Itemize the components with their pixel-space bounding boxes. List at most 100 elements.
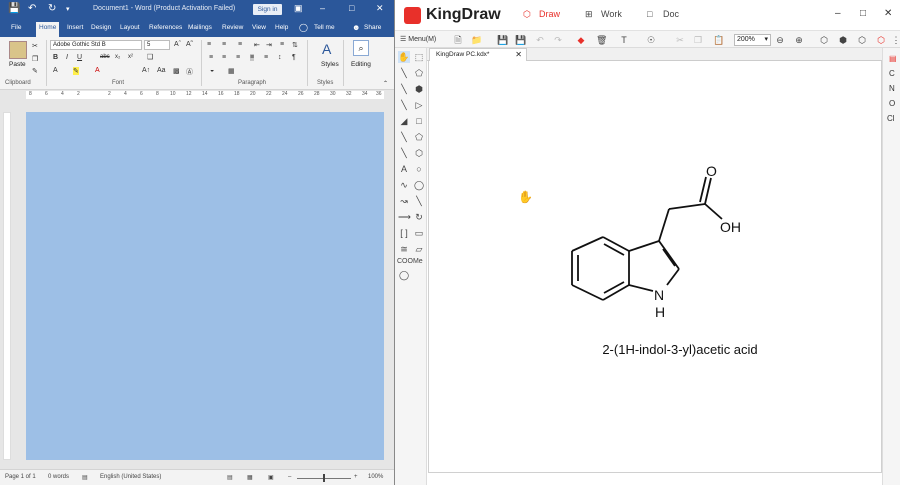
justify-icon[interactable]: ≡ — [250, 54, 255, 61]
align-center-icon[interactable]: ≡ — [222, 54, 226, 61]
rectangle-icon[interactable]: ▭ — [413, 227, 425, 239]
line-icon[interactable]: ╲ — [413, 195, 425, 207]
undo-icon[interactable]: ↶ — [28, 3, 36, 14]
zoom-in-icon[interactable]: + — [354, 474, 358, 480]
single-bond-icon[interactable]: ╲ — [398, 67, 410, 79]
document-page[interactable] — [26, 112, 384, 460]
ring-tool-icon[interactable]: ⬡ — [819, 35, 829, 45]
wavy-bond-icon[interactable]: ∿ — [398, 179, 410, 191]
hexagon-icon[interactable]: ⬢ — [413, 83, 425, 95]
tab-references[interactable]: References — [149, 24, 182, 31]
triple-bond-icon[interactable]: ╲ — [398, 99, 410, 111]
find-icon[interactable]: ⌕ — [353, 40, 369, 56]
ribbon-display-options-icon[interactable]: ▣ — [294, 3, 303, 14]
maximize-icon[interactable]: □ — [860, 8, 866, 19]
format-painter-icon[interactable]: ✎ — [32, 67, 38, 75]
web-layout-icon[interactable]: ▣ — [268, 474, 274, 481]
text-effects-a-icon[interactable]: A — [53, 67, 58, 74]
highlight-icon[interactable]: ✎ — [73, 67, 79, 75]
paste-button[interactable]: Paste — [9, 61, 26, 68]
periodic-table-icon[interactable]: ▤ — [889, 54, 897, 63]
page-count[interactable]: Page 1 of 1 — [5, 474, 36, 480]
increase-indent-icon[interactable]: ⇥ — [266, 41, 272, 49]
undo-icon[interactable]: ↶ — [535, 35, 545, 45]
redo-icon[interactable]: ↻ — [48, 3, 56, 14]
print-layout-icon[interactable]: ▦ — [247, 474, 253, 481]
tab-insert[interactable]: Insert — [67, 24, 83, 31]
align-left-icon[interactable]: ≡ — [209, 54, 213, 61]
word-count[interactable]: 0 words — [48, 474, 69, 480]
font-color-icon[interactable]: A — [95, 67, 100, 74]
paste-icon[interactable] — [9, 41, 27, 59]
tab-mailings[interactable]: Mailings — [188, 24, 212, 31]
styles-button[interactable]: Styles — [321, 61, 339, 68]
superscript-icon[interactable]: x² — [128, 54, 133, 60]
close-icon[interactable]: ✕ — [884, 8, 892, 19]
ellipse-icon[interactable]: ◯ — [413, 179, 425, 191]
close-icon[interactable]: ✕ — [376, 3, 384, 14]
font-name-select[interactable]: Adobe Gothic Std B — [50, 40, 142, 50]
pentagon-icon[interactable]: ⬠ — [413, 67, 425, 79]
italic-icon[interactable]: I — [66, 54, 68, 61]
multilevel-list-icon[interactable]: ≡ — [238, 41, 242, 48]
zoom-in-icon[interactable]: ⊕ — [794, 35, 804, 45]
tab-layout[interactable]: Layout — [120, 24, 140, 31]
save-as-icon[interactable]: 💾 — [515, 35, 526, 45]
decrease-indent-icon[interactable]: ⇤ — [254, 41, 260, 49]
tab-help[interactable]: Help — [275, 24, 288, 31]
new-file-icon[interactable]: 🗎 — [453, 35, 463, 45]
save-icon[interactable]: 💾 — [8, 3, 20, 14]
show-marks-icon[interactable]: ¶ — [292, 54, 296, 61]
document-tab[interactable]: KingDraw PC.kdx* ✕ — [429, 48, 527, 61]
zoom-out-icon[interactable]: – — [288, 474, 291, 480]
hash-bond-icon[interactable]: ╲ — [398, 131, 410, 143]
text-tool[interactable]: A — [398, 163, 410, 175]
bold-bond-icon[interactable]: ╲ — [398, 147, 410, 159]
paste-icon[interactable]: 📋 — [713, 35, 724, 45]
collapse-ribbon-icon[interactable]: ⌃ — [383, 80, 388, 87]
element-oxygen[interactable]: O — [889, 99, 895, 108]
grow-font-icon[interactable]: Aˆ — [174, 41, 181, 48]
proofing-icon[interactable]: ▤ — [82, 474, 88, 481]
sort-icon[interactable]: ⇅ — [292, 41, 298, 49]
ring-tool-2-icon[interactable]: ⬡ — [857, 35, 867, 45]
tab-home[interactable]: Home — [36, 22, 60, 37]
delete-icon[interactable]: 🗑 — [596, 35, 607, 45]
subscript-icon[interactable]: x₂ — [115, 54, 120, 60]
mode-doc[interactable]: Doc — [663, 9, 679, 19]
tab-review[interactable]: Review — [222, 24, 243, 31]
copy-icon[interactable]: ❐ — [32, 55, 38, 63]
hand-tool-icon[interactable]: ✋ — [398, 51, 410, 63]
tab-file[interactable]: File — [11, 24, 21, 31]
hexagon-tool-icon[interactable]: ⬢ — [838, 35, 848, 45]
triangle-icon[interactable]: ▷ — [413, 99, 425, 111]
text-effects-icon[interactable]: ❑ — [147, 53, 153, 61]
red-ring-icon[interactable]: ⬡ — [876, 35, 886, 45]
circle-tool-icon[interactable]: ◯ — [398, 269, 410, 281]
more-tools-icon[interactable]: ⋮ — [891, 35, 900, 45]
element-chlorine[interactable]: Cl — [887, 114, 895, 123]
chinese-layout-icon[interactable]: ≡ — [280, 41, 284, 48]
maximize-icon[interactable]: □ — [349, 3, 354, 13]
open-folder-icon[interactable]: 📁 — [471, 35, 482, 45]
align-right-icon[interactable]: ≡ — [236, 54, 240, 61]
bullets-icon[interactable]: ≡ — [207, 41, 211, 48]
customize-quick-access-icon[interactable]: ▾ — [66, 5, 70, 13]
font-size-select[interactable]: 5 — [144, 40, 170, 50]
numbering-icon[interactable]: ≡ — [222, 41, 226, 48]
styles-gallery-icon[interactable]: A — [322, 41, 331, 57]
hexagon-ring-icon[interactable]: ⬡ — [413, 147, 425, 159]
zoom-level[interactable]: 100% — [368, 474, 383, 480]
line-spacing-icon[interactable]: ↕ — [278, 54, 282, 61]
underline-icon[interactable]: U — [77, 54, 82, 61]
strikethrough-icon[interactable]: abc — [100, 54, 110, 60]
zoom-slider-handle[interactable] — [323, 474, 325, 482]
element-nitrogen[interactable]: N — [889, 84, 895, 93]
sign-in-button[interactable]: Sign in — [253, 4, 282, 15]
text-format-icon[interactable]: T — [619, 35, 629, 45]
share-button[interactable]: Share — [364, 24, 381, 31]
copy-icon[interactable]: ❐ — [693, 35, 703, 45]
redo-icon[interactable]: ↷ — [553, 35, 563, 45]
grow-font-size-icon[interactable]: A↑ — [142, 67, 150, 74]
language-status[interactable]: English (United States) — [100, 474, 161, 480]
